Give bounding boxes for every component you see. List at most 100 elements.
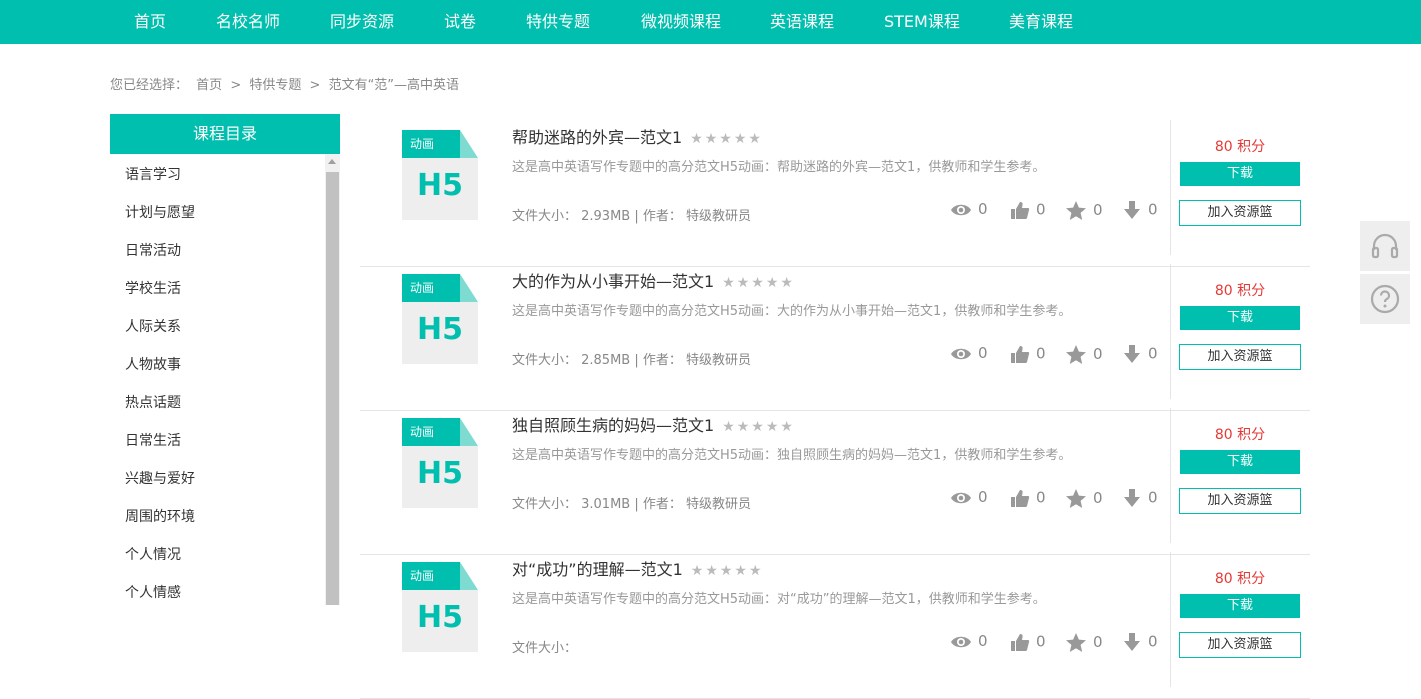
resource-item: 动画 H5 独自照顾生病的妈妈—范文1 ★★★★★ 这是高中英语写作专题中的高分范…	[360, 408, 1310, 555]
sidebar-item[interactable]: 人物故事	[125, 354, 181, 374]
page-fold-icon	[460, 562, 478, 590]
views-stat: 0	[950, 200, 988, 224]
star-icon[interactable]	[1065, 488, 1087, 509]
breadcrumb-current[interactable]: 范文有“范”—高中英语	[329, 78, 459, 93]
download-button[interactable]: 下载	[1180, 162, 1300, 186]
likes-count: 0	[1036, 200, 1046, 219]
thumbs-up-icon[interactable]	[1010, 488, 1030, 508]
views-stat: 0	[950, 632, 988, 656]
top-nav: 首页 名校名师 同步资源 试卷 特供专题 微视频课程 英语课程 STEM课程 美…	[0, 0, 1421, 44]
nav-item-sync-resources[interactable]: 同步资源	[330, 0, 394, 44]
sidebar-item[interactable]: 热点话题	[125, 392, 181, 412]
views-count: 0	[978, 200, 988, 218]
eye-icon	[951, 204, 971, 215]
scrollbar-thumb[interactable]	[326, 172, 339, 605]
sidebar-item[interactable]: 个人情况	[125, 544, 181, 564]
likes-stat[interactable]: 0	[1010, 488, 1046, 512]
customer-service-button[interactable]	[1360, 221, 1410, 271]
likes-count: 0	[1036, 632, 1046, 651]
downloads-stat[interactable]: 0	[1122, 200, 1158, 224]
star-icon[interactable]	[1065, 200, 1087, 221]
divider	[1170, 552, 1171, 687]
nav-item-home[interactable]: 首页	[134, 0, 166, 44]
nav-item-micro-video[interactable]: 微视频课程	[641, 0, 721, 44]
eye-icon	[951, 636, 971, 647]
sidebar-item[interactable]: 个人情感	[125, 582, 181, 602]
sidebar-item[interactable]: 周围的环境	[125, 506, 195, 526]
thumbs-up-icon[interactable]	[1010, 632, 1030, 652]
resource-title[interactable]: 独自照顾生病的妈妈—范文1	[512, 416, 714, 435]
download-button[interactable]: 下载	[1180, 306, 1300, 330]
breadcrumb-separator: >	[309, 78, 321, 93]
likes-stat[interactable]: 0	[1010, 344, 1046, 368]
star-icon[interactable]	[1065, 344, 1087, 365]
rating-stars-icon[interactable]: ★★★★★	[722, 275, 795, 291]
add-to-basket-button[interactable]: 加入资源篮	[1179, 344, 1301, 370]
eye-icon	[951, 348, 971, 359]
views-count: 0	[978, 632, 988, 650]
downloads-stat[interactable]: 0	[1122, 632, 1158, 656]
add-to-basket-button[interactable]: 加入资源篮	[1179, 632, 1301, 658]
add-to-basket-button[interactable]: 加入资源篮	[1179, 200, 1301, 226]
star-icon[interactable]	[1065, 632, 1087, 653]
favorites-stat[interactable]: 0	[1065, 344, 1103, 368]
rating-stars-icon[interactable]: ★★★★★	[690, 131, 763, 147]
thumbs-up-icon[interactable]	[1010, 344, 1030, 364]
sidebar-item[interactable]: 语言学习	[125, 164, 181, 184]
h5-thumbnail[interactable]: 动画 H5	[402, 418, 478, 508]
divider	[1170, 408, 1171, 543]
downloads-count: 0	[1148, 632, 1158, 651]
download-arrow-icon[interactable]	[1122, 344, 1142, 364]
resource-description: 这是高中英语写作专题中的高分范文H5动画：独自照顾生病的妈妈—范文1，供教师和学…	[512, 448, 1072, 463]
download-button[interactable]: 下载	[1180, 594, 1300, 618]
nav-item-stem[interactable]: STEM课程	[884, 0, 960, 44]
downloads-stat[interactable]: 0	[1122, 344, 1158, 368]
sidebar-item[interactable]: 日常活动	[125, 240, 181, 260]
resource-description: 这是高中英语写作专题中的高分范文H5动画：大的作为从小事开始—范文1，供教师和学…	[512, 304, 1072, 319]
resource-description: 这是高中英语写作专题中的高分范文H5动画：对“成功”的理解—范文1，供教师和学生…	[512, 592, 1046, 607]
page-fold-icon	[460, 418, 478, 446]
question-icon	[1370, 284, 1400, 314]
points-price: 80 积分	[1214, 427, 1266, 443]
help-button[interactable]	[1360, 274, 1410, 324]
sidebar-item[interactable]: 计划与愿望	[125, 202, 195, 222]
download-arrow-icon[interactable]	[1122, 632, 1142, 652]
likes-stat[interactable]: 0	[1010, 632, 1046, 656]
nav-item-famous-schools[interactable]: 名校名师	[216, 0, 280, 44]
download-arrow-icon[interactable]	[1122, 488, 1142, 508]
add-to-basket-button[interactable]: 加入资源篮	[1179, 488, 1301, 514]
download-arrow-icon[interactable]	[1122, 200, 1142, 220]
rating-stars-icon[interactable]: ★★★★★	[691, 563, 764, 579]
nav-item-special-topics[interactable]: 特供专题	[526, 0, 590, 44]
resource-title[interactable]: 帮助迷路的外宾—范文1	[512, 128, 682, 147]
sidebar-scrollbar[interactable]	[325, 154, 340, 605]
sidebar-item[interactable]: 人际关系	[125, 316, 181, 336]
favorites-stat[interactable]: 0	[1065, 488, 1103, 512]
favorites-stat[interactable]: 0	[1065, 200, 1103, 224]
downloads-stat[interactable]: 0	[1122, 488, 1158, 512]
h5-thumbnail[interactable]: 动画 H5	[402, 130, 478, 220]
h5-thumbnail[interactable]: 动画 H5	[402, 562, 478, 652]
points-price: 80 积分	[1214, 283, 1266, 299]
likes-stat[interactable]: 0	[1010, 200, 1046, 224]
scroll-up-arrow-icon[interactable]	[325, 154, 340, 170]
resource-title[interactable]: 大的作为从小事开始—范文1	[512, 272, 714, 291]
animation-tag: 动画	[402, 562, 460, 590]
sidebar-item[interactable]: 兴趣与爱好	[125, 468, 195, 488]
breadcrumb-home[interactable]: 首页	[196, 78, 222, 93]
nav-item-art[interactable]: 美育课程	[1009, 0, 1073, 44]
favorites-stat[interactable]: 0	[1065, 632, 1103, 656]
eye-icon	[951, 492, 971, 503]
nav-item-exams[interactable]: 试卷	[444, 0, 476, 44]
download-button[interactable]: 下载	[1180, 450, 1300, 474]
sidebar-item[interactable]: 日常生活	[125, 430, 181, 450]
h5-thumbnail[interactable]: 动画 H5	[402, 274, 478, 364]
resource-title[interactable]: 对“成功”的理解—范文1	[512, 560, 683, 579]
rating-stars-icon[interactable]: ★★★★★	[722, 419, 795, 435]
thumbs-up-icon[interactable]	[1010, 200, 1030, 220]
resource-item: 动画 H5 大的作为从小事开始—范文1 ★★★★★ 这是高中英语写作专题中的高分范…	[360, 264, 1310, 411]
breadcrumb-special-topics[interactable]: 特供专题	[249, 78, 301, 93]
nav-item-english[interactable]: 英语课程	[770, 0, 834, 44]
downloads-count: 0	[1148, 200, 1158, 219]
sidebar-item[interactable]: 学校生活	[125, 278, 181, 298]
